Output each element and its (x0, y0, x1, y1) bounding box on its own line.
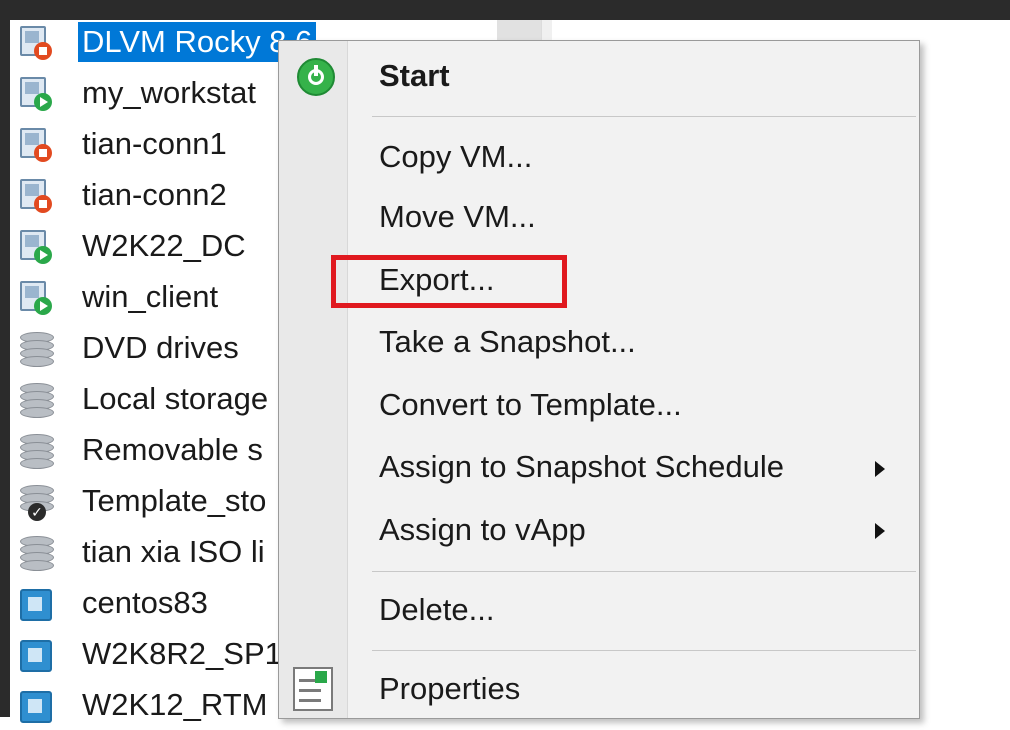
menu-item-start[interactable]: Start (379, 48, 450, 104)
vm-running-icon (14, 226, 54, 266)
template-icon (14, 685, 54, 725)
tree-item-vm[interactable]: my_workstat (14, 68, 260, 118)
menu-item-delete[interactable]: Delete... (379, 582, 494, 638)
tree-item-label: tian-conn2 (82, 177, 227, 212)
tree-item-template[interactable]: W2K12_RTM (14, 680, 272, 730)
tree-item-label: W2K8R2_SP1 (82, 636, 282, 671)
menu-separator (372, 116, 916, 117)
tree-item-label: W2K12_RTM (82, 687, 268, 722)
vm-running-icon (14, 277, 54, 317)
menu-item-convert-to-template[interactable]: Convert to Template... (379, 377, 682, 433)
tree-item-template[interactable]: W2K8R2_SP1 (14, 629, 286, 679)
tree-item-label: centos83 (82, 585, 208, 620)
menu-separator (372, 650, 916, 651)
tree-item-label: my_workstat (82, 75, 256, 110)
tree-item-storage[interactable]: DVD drives (14, 323, 243, 373)
storage-icon (14, 379, 54, 419)
tree-item-label: Local storage (82, 381, 269, 416)
tree-item-label: tian-conn1 (82, 126, 227, 161)
submenu-arrow-icon (875, 461, 885, 477)
submenu-arrow-icon (875, 523, 885, 539)
storage-icon (14, 430, 54, 470)
tree-item-vm[interactable]: tian-conn1 (14, 119, 231, 169)
menu-item-move-vm[interactable]: Move VM... (379, 189, 536, 245)
menu-item-assign-snapshot-schedule[interactable]: Assign to Snapshot Schedule (379, 439, 784, 495)
tree-item-vm[interactable]: W2K22_DC (14, 221, 250, 271)
template-icon (14, 583, 54, 623)
tree-item-vm[interactable]: DLVM Rocky 8.6 (14, 17, 317, 67)
menu-icon-gutter (279, 41, 348, 718)
template-icon (14, 634, 54, 674)
storage-icon (14, 328, 54, 368)
tree-item-template[interactable]: centos83 (14, 578, 212, 628)
tree-item-label: Template_sto (82, 483, 267, 518)
tree-item-vm[interactable]: win_client (14, 272, 222, 322)
vm-running-icon (14, 73, 54, 113)
tree-item-storage[interactable]: ✓ Template_sto (14, 476, 270, 526)
tree-item-storage[interactable]: tian xia ISO li (14, 527, 269, 577)
tree-item-label: W2K22_DC (82, 228, 246, 263)
power-start-icon (297, 58, 335, 96)
tree-item-vm[interactable]: tian-conn2 (14, 170, 231, 220)
tree-item-label: win_client (82, 279, 219, 314)
tree-item-storage[interactable]: Local storage (14, 374, 272, 424)
menu-item-properties[interactable]: Properties (379, 661, 520, 717)
export-highlight-box (331, 255, 567, 308)
menu-item-assign-vapp[interactable]: Assign to vApp (379, 502, 586, 558)
vm-halted-icon (14, 22, 54, 62)
tree-item-label: tian xia ISO li (82, 534, 265, 569)
menu-item-copy-vm[interactable]: Copy VM... (379, 129, 532, 185)
window-left-border (0, 0, 10, 717)
menu-item-take-snapshot[interactable]: Take a Snapshot... (379, 314, 636, 370)
menu-separator (372, 571, 916, 572)
tree-item-label: Removable s (82, 432, 263, 467)
storage-icon (14, 532, 54, 572)
properties-icon (293, 667, 333, 711)
vm-halted-icon (14, 175, 54, 215)
default-storage-icon: ✓ (14, 481, 54, 521)
vm-halted-icon (14, 124, 54, 164)
context-menu: Start Copy VM... Move VM... Export... Ta… (278, 40, 920, 719)
tree-item-label: DVD drives (82, 330, 239, 365)
tree-item-storage[interactable]: Removable s (14, 425, 267, 475)
